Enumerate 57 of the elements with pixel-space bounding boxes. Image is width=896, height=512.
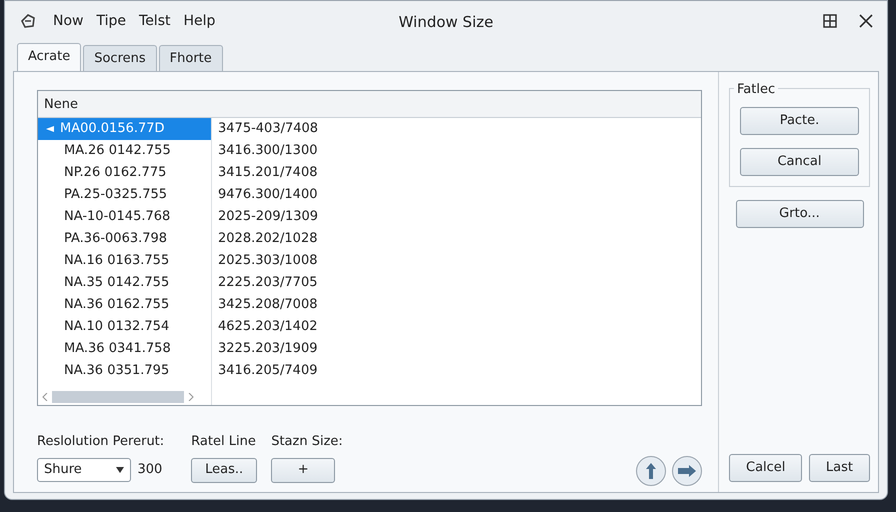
window-title: Window Size <box>398 12 494 33</box>
app-icon[interactable] <box>19 13 37 29</box>
dialog-button[interactable]: Cancal <box>740 148 859 176</box>
list-cell-text: 3225.203/1909 <box>217 340 318 358</box>
field-label: Stazn Size: <box>271 433 343 451</box>
line-button[interactable]: Leas.. <box>191 458 258 482</box>
right-arrow-button[interactable] <box>672 456 702 486</box>
tab[interactable]: Acrate <box>17 42 82 71</box>
side-button[interactable]: Grto... <box>736 200 864 228</box>
list-cell[interactable]: MA00.0156.77D <box>38 118 211 140</box>
up-arrow-button[interactable] <box>636 456 666 486</box>
field-label: Ratel Line <box>191 433 257 451</box>
tab[interactable]: Socrens <box>83 44 157 71</box>
pointer-icon <box>46 126 54 132</box>
caret-icon <box>116 466 124 472</box>
resolution-value: 300 <box>138 460 162 479</box>
scroll-right-icon[interactable] <box>188 392 194 400</box>
list-cell[interactable]: NA.35 0142.755 <box>38 272 211 294</box>
list-cell-text: 2225.203/7705 <box>217 274 318 292</box>
list-cell-text: 9476.300/1400 <box>217 186 318 204</box>
list-cell[interactable]: NA.16 0163.755 <box>38 250 211 272</box>
maximize-icon[interactable] <box>823 14 837 28</box>
list-cell-text: 3425.208/7008 <box>217 296 318 314</box>
list-cell[interactable]: NA.36 0162.755 <box>38 294 211 316</box>
list-cell-text: 2025.303/1008 <box>217 252 318 270</box>
scroll-left-icon[interactable] <box>42 392 48 400</box>
list-cell[interactable]: NA.10 0132.754 <box>38 316 211 338</box>
right-arrow-icon <box>677 465 697 477</box>
list-cell-text: 4625.203/1402 <box>217 318 318 336</box>
list-cell-text: 3475-403/7408 <box>217 120 320 138</box>
list-cell[interactable]: PA.25-0325.755 <box>38 184 211 206</box>
dialog-button[interactable]: Last <box>808 454 870 482</box>
list-cell-text: 3415.201/7408 <box>217 164 318 182</box>
dialog-button[interactable]: Pacte. <box>740 107 859 135</box>
add-button[interactable]: + <box>271 458 336 482</box>
list-cell-text: 3416.205/7409 <box>217 362 318 380</box>
list-cell[interactable]: NA.36 0351.795 <box>38 360 211 382</box>
tab[interactable]: Fhorte <box>158 44 223 71</box>
list-cell[interactable]: NP.26 0162.775 <box>38 162 211 184</box>
list-cell-text: 2025-209/1309 <box>217 208 320 226</box>
field-label: Reslolution Pererut: <box>37 433 164 451</box>
dialog-button[interactable]: Calcel <box>729 454 802 482</box>
list-cell[interactable]: MA.36 0341.758 <box>38 338 211 360</box>
resolution-dropdown[interactable]: Shure <box>37 458 131 482</box>
scrollbar-thumb[interactable] <box>52 390 184 402</box>
list-cell-text: 2028.202/1028 <box>217 230 318 248</box>
menu-item[interactable]: Now <box>53 10 84 32</box>
column-header[interactable]: Nene <box>38 91 701 118</box>
up-arrow-icon <box>644 462 656 480</box>
list-cell[interactable]: MA.26 0142.755 <box>38 140 211 162</box>
menu-item[interactable]: Tipe <box>96 10 126 32</box>
menu-item[interactable]: Telst <box>139 10 170 32</box>
list-cell-text: 3416.300/1300 <box>217 142 318 160</box>
close-icon[interactable] <box>859 14 873 28</box>
list-cell[interactable]: PA.36-0063.798 <box>38 228 211 250</box>
list-cell[interactable]: NA-10-0145.768 <box>38 206 211 228</box>
menu-item[interactable]: Help <box>183 10 216 32</box>
